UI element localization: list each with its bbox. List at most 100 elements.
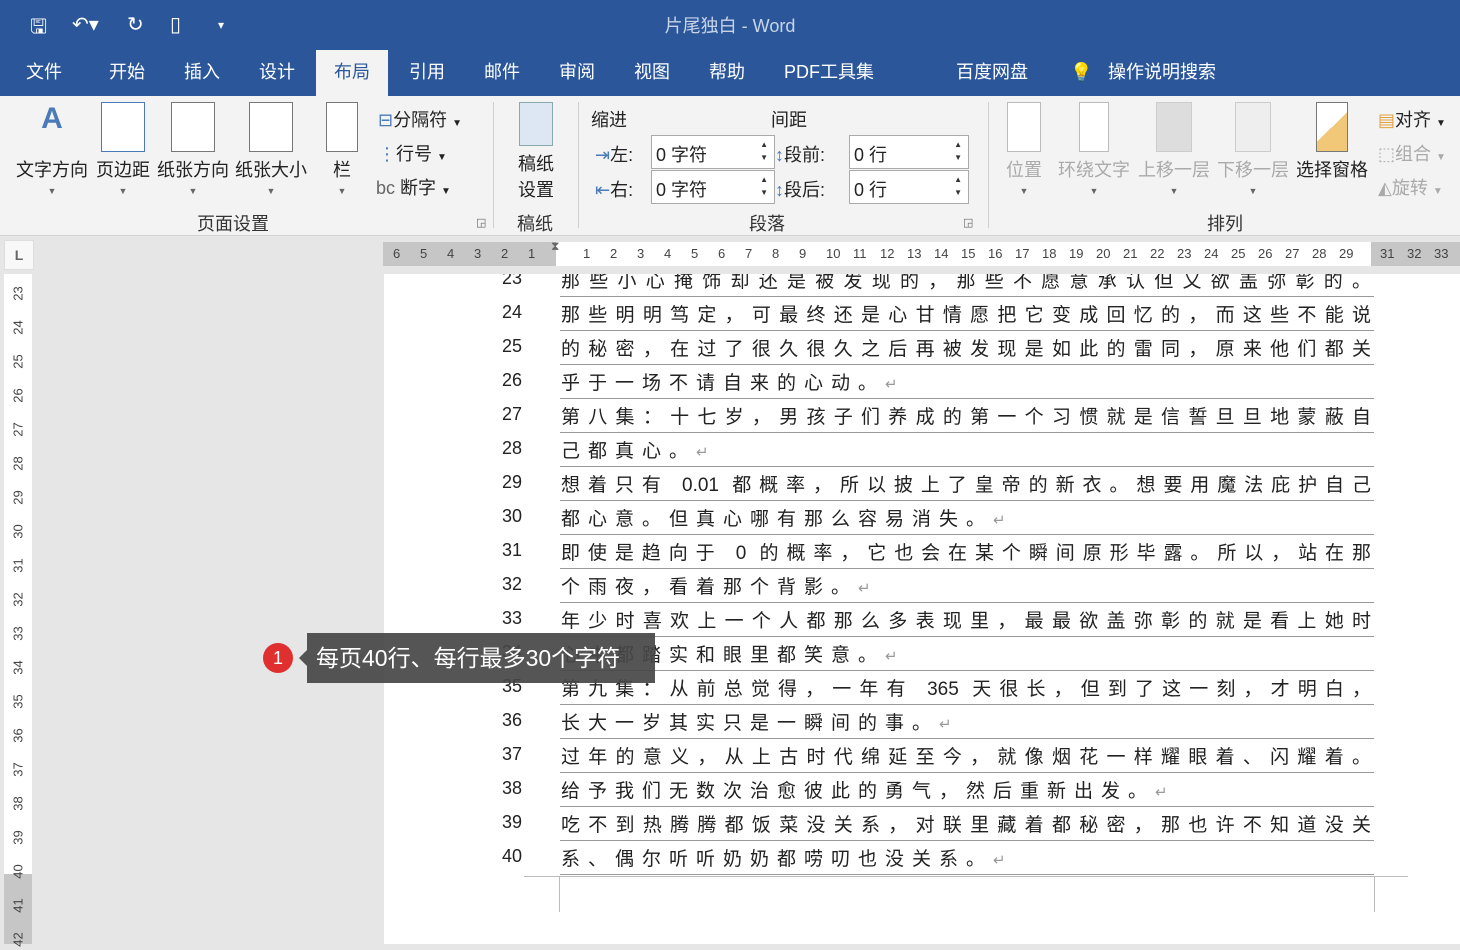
margins-icon — [101, 102, 145, 152]
indent-right-input[interactable]: 0 字符 ▲ ▼ — [651, 170, 775, 204]
ruler-tick-label: 20 — [1096, 246, 1111, 261]
ruler-tick-label: 27 — [1285, 246, 1300, 261]
text-line[interactable]: 那些小心掩饰却还是被发现的，那些不愿意承认但又欲盖弥彰的。 — [561, 274, 1371, 292]
ruler-tick-label: 36 — [10, 728, 26, 743]
orientation-button[interactable]: 纸张方向 ▼ — [156, 102, 230, 196]
label: 稿纸 — [518, 154, 554, 174]
paragraph-launcher-icon[interactable]: ◲ — [963, 216, 973, 229]
tab-0[interactable]: 文件 — [8, 50, 80, 96]
tab-11[interactable]: 百度网盘 — [938, 50, 1046, 96]
tab-9[interactable]: 帮助 — [691, 50, 763, 96]
ruler-tick-label: 11 — [853, 246, 867, 261]
line-number: 27 — [502, 404, 523, 424]
tab-6[interactable]: 邮件 — [466, 50, 538, 96]
size-button[interactable]: 纸张大小 ▼ — [234, 102, 308, 196]
line-number: 38 — [502, 778, 523, 798]
tab-4[interactable]: 布局 — [316, 50, 388, 96]
bring-forward-button[interactable]: 上移一层 ▼ — [1136, 102, 1212, 196]
group-button[interactable]: ⬚组合 ▼ — [1378, 140, 1446, 166]
text-line[interactable]: 即使是趋向于 0 的概率，它也会在某个瞬间原形毕露。所以，站在那 — [561, 538, 1371, 564]
rotate-button[interactable]: ◭旋转 ▼ — [1378, 174, 1443, 200]
text-line[interactable]: 第九集：从前总觉得，一年有 365 天很长，但到了这一刻，才明白， — [561, 674, 1371, 700]
ruler-tick-label: 3 — [637, 246, 645, 261]
line-number: 33 — [502, 608, 523, 628]
send-backward-icon — [1235, 102, 1271, 152]
text-line[interactable]: 乎于一场不请自来的心动。↵ — [561, 368, 1371, 395]
selection-pane-button[interactable]: 选择窗格 — [1294, 102, 1370, 182]
group-label-manuscript: 稿纸 — [517, 214, 553, 234]
tab-5[interactable]: 引用 — [391, 50, 463, 96]
text-line[interactable]: 吃不到热腾腾都饭菜没关系，对联里藏着都秘密，那也许不知道没关 — [561, 810, 1371, 836]
line-text: 的秘密，在过了很久很久之后再被发现是如此的雷同，原来他们都关 — [561, 339, 1371, 360]
callout-tooltip: 每页40行、每行最多30个字符 — [299, 633, 655, 683]
ruler-tick-label: 8 — [772, 246, 780, 261]
line-text: 即使是趋向于 0 的概率，它也会在某个瞬间原形毕露。所以，站在那 — [561, 543, 1371, 564]
send-backward-button[interactable]: 下移一层 ▼ — [1215, 102, 1291, 196]
text-line[interactable]: 给予我们无数次治愈彼此的勇气，然后重新出发。↵ — [561, 776, 1371, 803]
manuscript-icon — [519, 102, 553, 146]
spinner-arrows[interactable]: ▲ ▼ — [760, 138, 768, 164]
tab-selector-icon[interactable]: L — [4, 240, 34, 270]
text-line[interactable]: 长大一岁其实只是一瞬间的事。↵ — [561, 708, 1371, 735]
tab-12[interactable]: 操作说明搜索 — [1090, 50, 1234, 96]
spacing-before-input[interactable]: 0 行 ▲ ▼ — [849, 135, 969, 169]
ruler-tick-label: 26 — [1258, 246, 1273, 261]
orientation-icon — [171, 102, 215, 152]
spacing-after-input[interactable]: 0 行 ▲ ▼ — [849, 170, 969, 204]
label: 组合 — [1395, 144, 1432, 164]
manuscript-settings-button[interactable]: 稿纸 设置 — [510, 102, 562, 202]
position-button[interactable]: 位置 ▼ — [1002, 102, 1046, 196]
document-page[interactable]: 23 那些小心掩饰却还是被发现的，那些不愿意承认但又欲盖弥彰的。 24 那些明明笃定，… — [384, 274, 1460, 944]
margins-button[interactable]: 页边距 ▼ — [94, 102, 152, 196]
window-title: 片尾独白 - Word — [664, 16, 796, 36]
line-text: 己都真心。 — [561, 441, 697, 462]
tab-8[interactable]: 视图 — [616, 50, 688, 96]
indent-left-input[interactable]: 0 字符 ▲ ▼ — [651, 135, 775, 169]
line-numbers-button[interactable]: ⋮行号 ▼ — [378, 140, 447, 166]
value: 0 行 — [854, 145, 888, 165]
tab-7[interactable]: 审阅 — [541, 50, 613, 96]
text-line[interactable]: 年少时喜欢上一个人都那么多表现里，最最欲盖弥彰的就是看上她时 — [561, 606, 1371, 632]
ruler-tick-label: 33 — [10, 626, 26, 641]
tab-10[interactable]: PDF工具集 — [766, 50, 892, 96]
vertical-ruler[interactable]: 23 24 25 26 27 28 29 30 31 32 33 34 35 36 37 38 39 40 41 42 — [4, 274, 32, 947]
spinner-arrows[interactable]: ▲ ▼ — [760, 173, 768, 199]
text-direction-button[interactable]: A 文字方向 ▼ — [14, 102, 90, 196]
tab-2[interactable]: 插入 — [166, 50, 238, 96]
line-text: 那些小心掩饰却还是被发现的，那些不愿意承认但又欲盖弥彰的。 — [561, 274, 1371, 292]
text-line[interactable]: 第八集：十七岁，男孩子们养成的第一个习惯就是信誓旦旦地蒙蔽自 — [561, 402, 1371, 428]
text-line[interactable]: 的秘密，在过了很久很久之后再被发现是如此的雷同，原来他们都关 — [561, 334, 1371, 360]
text-line[interactable]: 想着只有 0.01 都概率，所以披上了皇帝的新衣。想要用魔法庇护自己 — [561, 470, 1371, 496]
horizontal-ruler[interactable]: 6 5 4 3 2 1 1 2 3 4 5 6 7 8 9 10 11 12 13 14 15 16 17 18 19 20 21 2… — [383, 239, 1460, 266]
tab-3[interactable]: 设计 — [241, 50, 313, 96]
wrap-text-button[interactable]: 环绕文字 ▼ — [1056, 102, 1132, 196]
bring-forward-icon — [1156, 102, 1192, 152]
text-line[interactable]: 系、偶尔听听奶奶都唠叨也没关系。↵ — [561, 844, 1371, 871]
text-line[interactable]: 个雨夜，看着那个背影。↵ — [561, 572, 1371, 599]
text-line[interactable]: 己都真心。↵ — [561, 436, 1371, 463]
align-icon: ▤ — [1378, 110, 1396, 130]
line-number: 29 — [502, 472, 523, 492]
text-line[interactable]: 心中都踏实和眼里都笑意。↵ — [561, 640, 1371, 667]
label: 行号 — [396, 144, 432, 164]
hyphenation-button[interactable]: bc 断字 ▼ — [376, 174, 451, 200]
align-button[interactable]: ▤对齐 ▼ — [1378, 106, 1446, 132]
line-text: 长大一岁其实只是一瞬间的事。 — [561, 713, 940, 734]
columns-button[interactable]: 栏 ▼ — [322, 102, 362, 196]
text-line[interactable]: 过年的意义，从上古时代绵延至今，就像烟花一样耀眼着、闪耀着。 — [561, 742, 1371, 768]
breaks-button[interactable]: ⊟分隔符 ▼ — [378, 106, 462, 132]
page-setup-launcher-icon[interactable]: ◲ — [476, 216, 486, 229]
text-line[interactable]: 那些明明笃定，可最终还是心甘情愿把它变成回忆的，而这些不能说 — [561, 300, 1371, 326]
ruler-tick-label: 1 — [583, 246, 591, 261]
grid-underline — [560, 670, 1374, 671]
spinner-arrows[interactable]: ▲ ▼ — [954, 138, 962, 164]
grid-underline — [560, 568, 1374, 569]
ruler-tick-label: 28 — [1312, 246, 1327, 261]
text-line[interactable]: 都心意。但真心哪有那么容易消失。↵ — [561, 504, 1371, 531]
ruler-tick-label: 2 — [501, 246, 509, 261]
indent-marker-icon[interactable]: ⧗ — [551, 239, 559, 254]
spinner-arrows[interactable]: ▲ ▼ — [954, 173, 962, 199]
tab-1[interactable]: 开始 — [91, 50, 163, 96]
ruler-tick-label: 26 — [10, 388, 26, 403]
ruler-tick-label: 34 — [10, 660, 26, 675]
